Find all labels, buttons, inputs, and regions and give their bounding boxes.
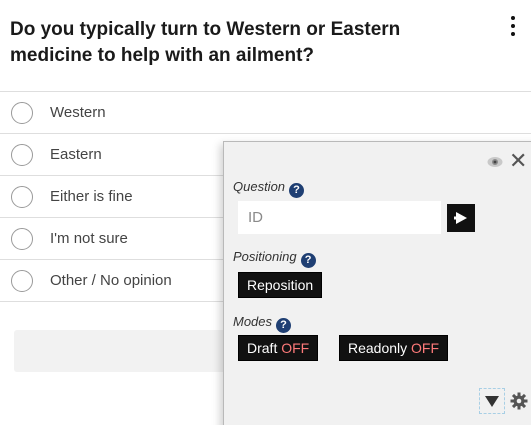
option-label: Other / No opinion [50,272,172,289]
positioning-section-label: Positioning? [233,249,316,268]
readonly-state: OFF [411,340,440,356]
option-label: Either is fine [50,188,133,205]
readonly-label: Readonly [348,340,408,356]
id-input[interactable] [238,201,441,234]
positioning-label: Positioning [233,249,297,264]
option-label: Eastern [50,146,102,163]
option-label: I'm not sure [50,230,128,247]
gear-icon[interactable] [510,392,528,410]
help-icon[interactable]: ? [289,183,305,198]
option-western[interactable]: Western [0,91,531,133]
down-arrow-icon[interactable] [479,388,505,414]
radio-button[interactable] [11,228,33,250]
radio-button[interactable] [11,270,33,292]
close-icon[interactable]: ✕ [509,150,527,172]
eye-icon[interactable] [487,156,503,168]
inspector-panel: ✕ Question? Positioning? Reposition Mode… [223,141,531,425]
radio-button[interactable] [11,102,33,124]
radio-button[interactable] [11,144,33,166]
question-title: Do you typically turn to Western or East… [10,19,401,66]
option-label: Western [50,104,106,121]
survey-page: Do you typically turn to Western or East… [0,0,531,425]
modes-label: Modes [233,314,273,329]
question-label: Question [233,179,286,194]
help-icon[interactable]: ? [276,318,292,333]
submit-bar[interactable] [14,330,254,372]
draft-toggle-button[interactable]: Draft OFF [238,335,319,361]
modes-section-label: Modes? [233,314,292,333]
kebab-menu-icon[interactable] [506,14,520,40]
question-section-label: Question? [233,179,305,198]
help-icon[interactable]: ? [300,253,316,268]
draft-state: OFF [281,340,310,356]
readonly-toggle-button[interactable]: Readonly OFF [339,335,449,361]
radio-button[interactable] [11,186,33,208]
arrow-right-icon[interactable] [447,204,475,232]
draft-label: Draft [247,340,278,356]
reposition-button[interactable]: Reposition [238,272,323,298]
